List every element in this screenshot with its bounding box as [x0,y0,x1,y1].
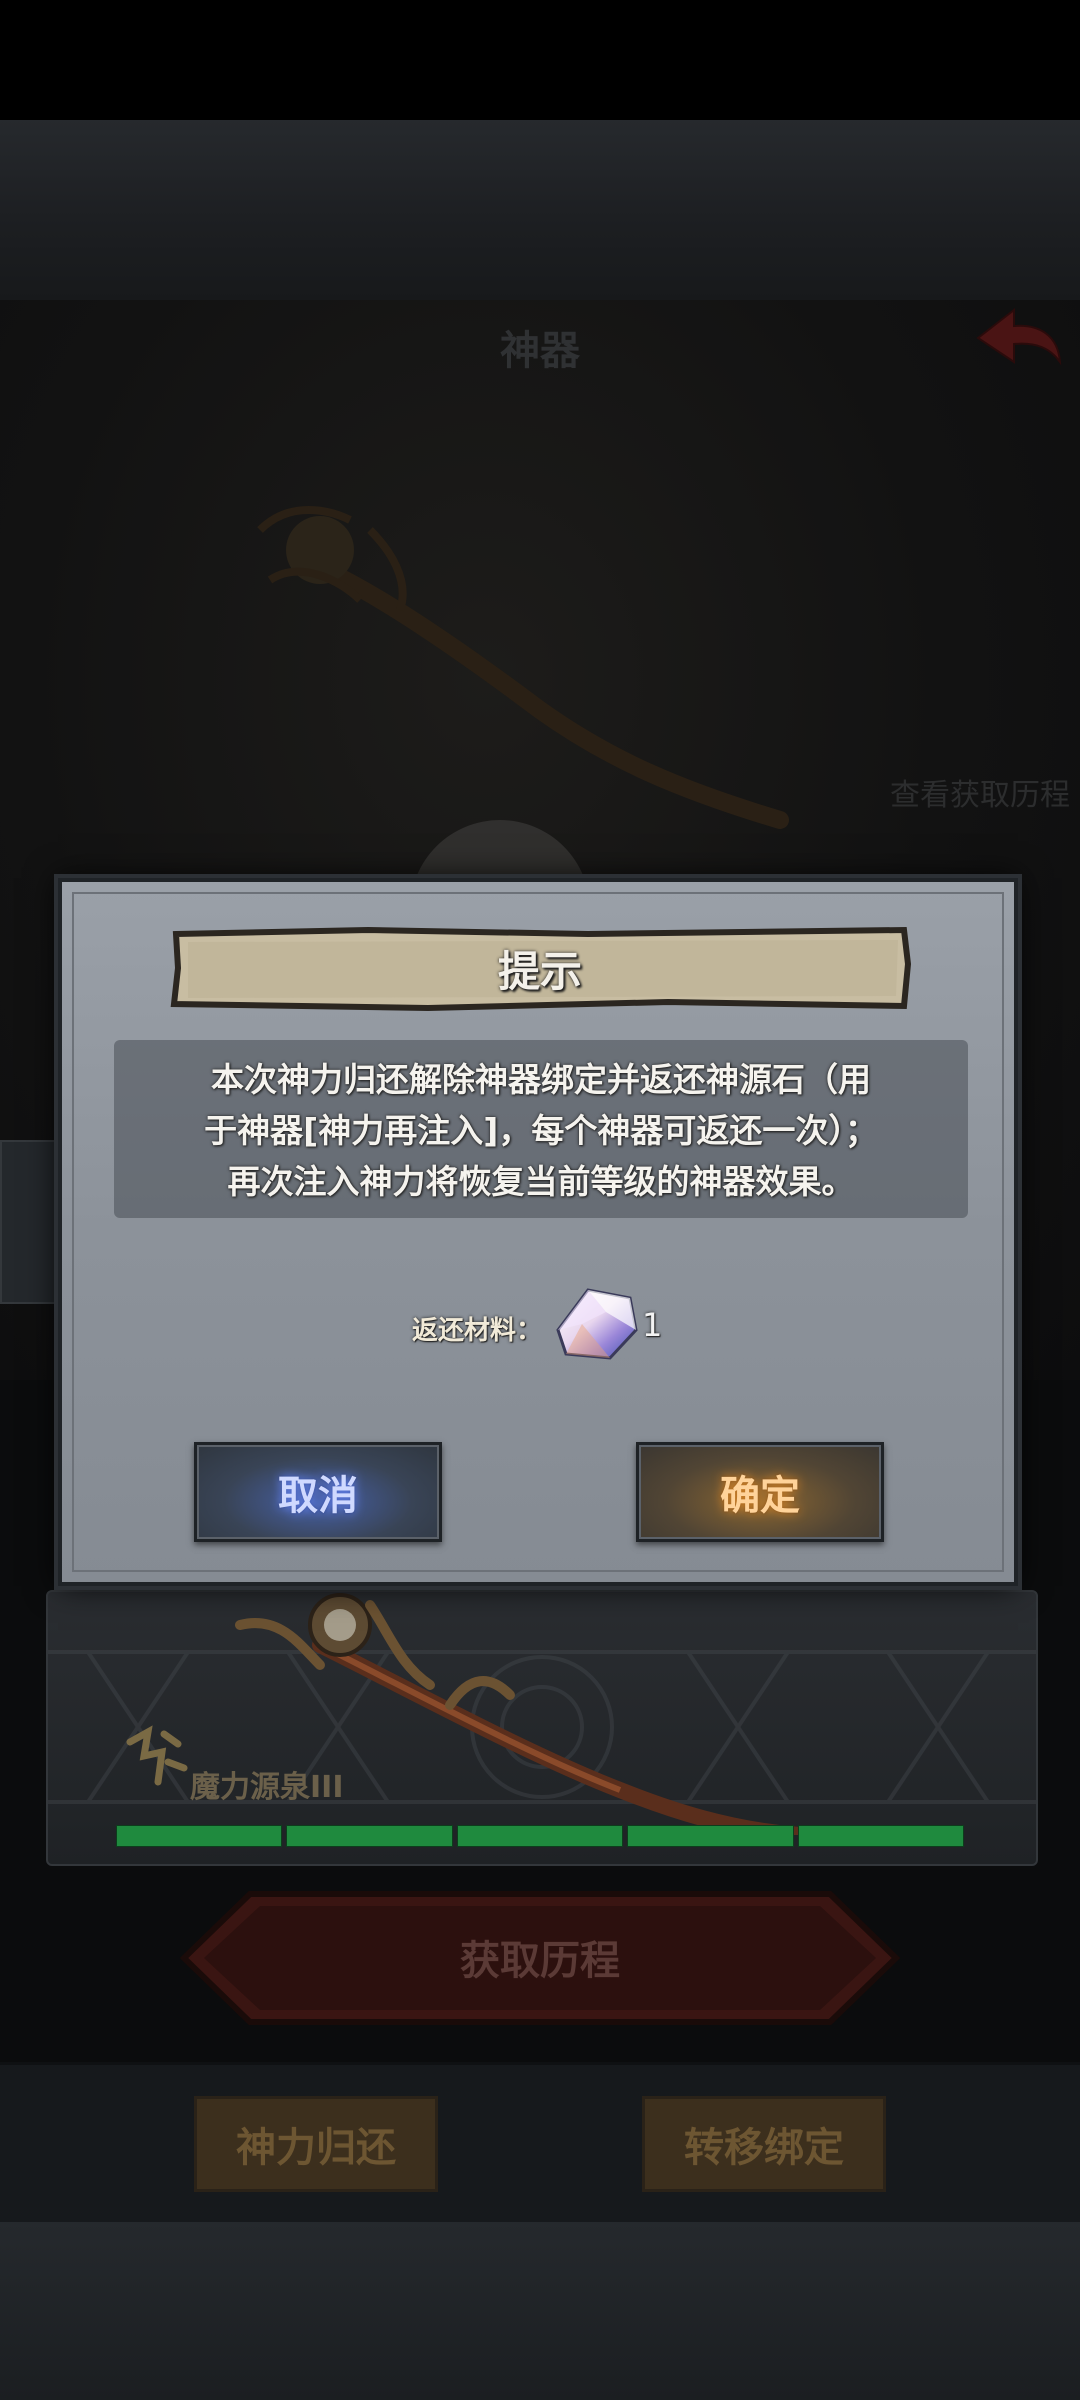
confirm-label: 确定 [720,1473,800,1519]
dialog-title: 提示 [497,947,582,996]
transfer-binding-label: 转移绑定 [684,2125,844,2171]
dialog-message: 本次神力归还解除神器绑定并返还神源石（用 于神器[神力再注入]，每个神器可返还一… [114,1054,968,1207]
side-tab[interactable] [0,1140,64,1304]
divine-return-button[interactable]: 神力归还 [194,2096,438,2192]
message-line: 再次注入神力将恢复当前等级的神器效果。 [227,1162,855,1201]
crystal-icon [556,1288,638,1360]
skill-rune-icon [126,1725,188,1786]
artifact-progress-bar [116,1825,965,1847]
bottom-action-bar [0,2062,1080,2225]
transfer-binding-button[interactable]: 转移绑定 [642,2096,886,2192]
message-line: 于神器[神力再注入]，每个神器可返还一次）； [204,1111,878,1150]
message-line: 本次神力归还解除神器绑定并返还神源石（用 [211,1060,871,1099]
progress-segment [797,1825,965,1847]
cancel-label: 取消 [278,1473,358,1519]
cancel-button[interactable]: 取消 [194,1442,442,1542]
skill-name: 魔力源泉III [190,1770,344,1805]
progress-segment [286,1825,453,1847]
footer-band [0,2222,1080,2400]
progress-segment [456,1825,624,1847]
confirm-button[interactable]: 确定 [636,1442,884,1542]
progress-segment [116,1825,283,1847]
status-bar-area [0,0,1080,120]
view-history-link[interactable]: 查看获取历程 [850,770,1070,814]
acquire-history-label: 获取历程 [460,1938,620,1984]
reward-label: 返还材料： [412,1316,543,1346]
header-band [0,120,1080,300]
page-title: 神器 [500,328,580,374]
back-arrow-icon[interactable] [970,300,1066,380]
divine-return-label: 神力归还 [236,2125,396,2171]
progress-segment [627,1825,794,1847]
reward-count: 1 [642,1306,663,1344]
staff-artwork-icon [257,506,789,829]
